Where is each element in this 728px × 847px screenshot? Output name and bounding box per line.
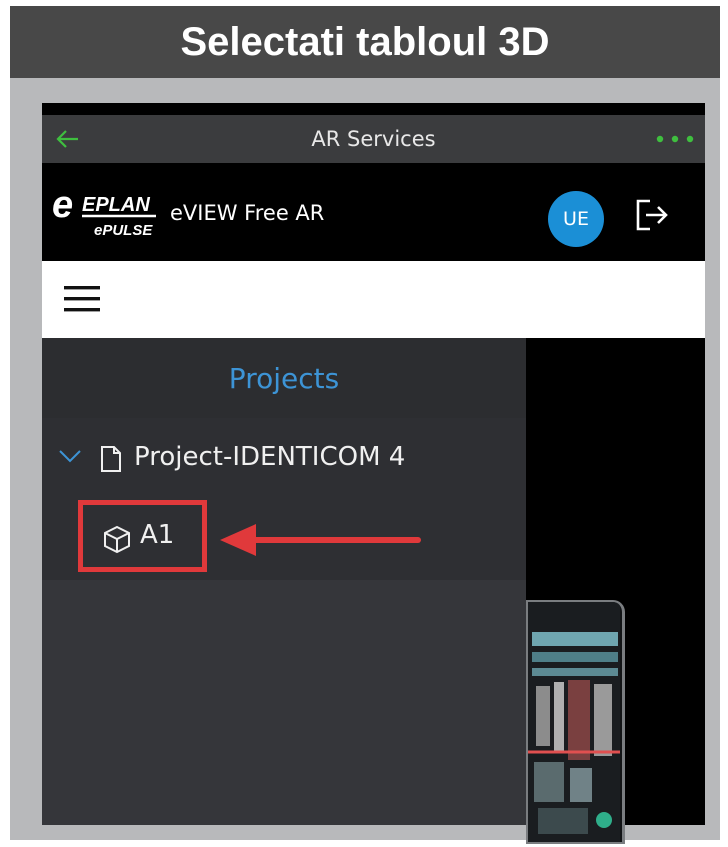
3d-cabinet-preview xyxy=(526,600,625,844)
app-header: AR Services xyxy=(42,115,705,163)
project-tree: Project-IDENTICOM 4 A1 xyxy=(42,418,526,580)
menu-bar xyxy=(42,261,705,338)
status-strip xyxy=(42,103,705,115)
cabinet-label: A1 xyxy=(140,520,175,550)
eplan-epulse-logo: e EPLAN ePULSE xyxy=(52,187,156,239)
user-avatar[interactable]: UE xyxy=(548,191,604,247)
svg-text:EPLAN: EPLAN xyxy=(82,194,150,216)
more-dots-icon[interactable] xyxy=(655,133,695,145)
svg-text:ePULSE: ePULSE xyxy=(94,222,153,239)
file-icon xyxy=(101,446,121,472)
projects-sidebar: Projects Project-IDENTICOM 4 A1 xyxy=(42,338,526,825)
tutorial-slide: Selectati tabloul 3D AR Services e EPLAN… xyxy=(0,0,728,847)
app-name: eVIEW Free AR xyxy=(170,201,325,225)
cabinet-render-image xyxy=(528,602,620,842)
brand-bar: e EPLAN ePULSE eVIEW Free AR UE xyxy=(42,163,705,261)
cube-icon xyxy=(104,525,130,554)
chevron-down-icon[interactable] xyxy=(58,448,82,464)
project-tree-item[interactable]: Project-IDENTICOM 4 xyxy=(42,418,526,498)
cabinet-tree-item-a1[interactable]: A1 xyxy=(78,498,248,576)
project-label: Project-IDENTICOM 4 xyxy=(134,442,406,472)
hamburger-menu-icon[interactable] xyxy=(64,284,100,314)
projects-heading: Projects xyxy=(42,338,526,418)
header-title: AR Services xyxy=(311,127,436,151)
logout-icon[interactable] xyxy=(632,195,672,235)
svg-text:e: e xyxy=(52,187,73,226)
slide-title: Selectati tabloul 3D xyxy=(10,6,720,78)
